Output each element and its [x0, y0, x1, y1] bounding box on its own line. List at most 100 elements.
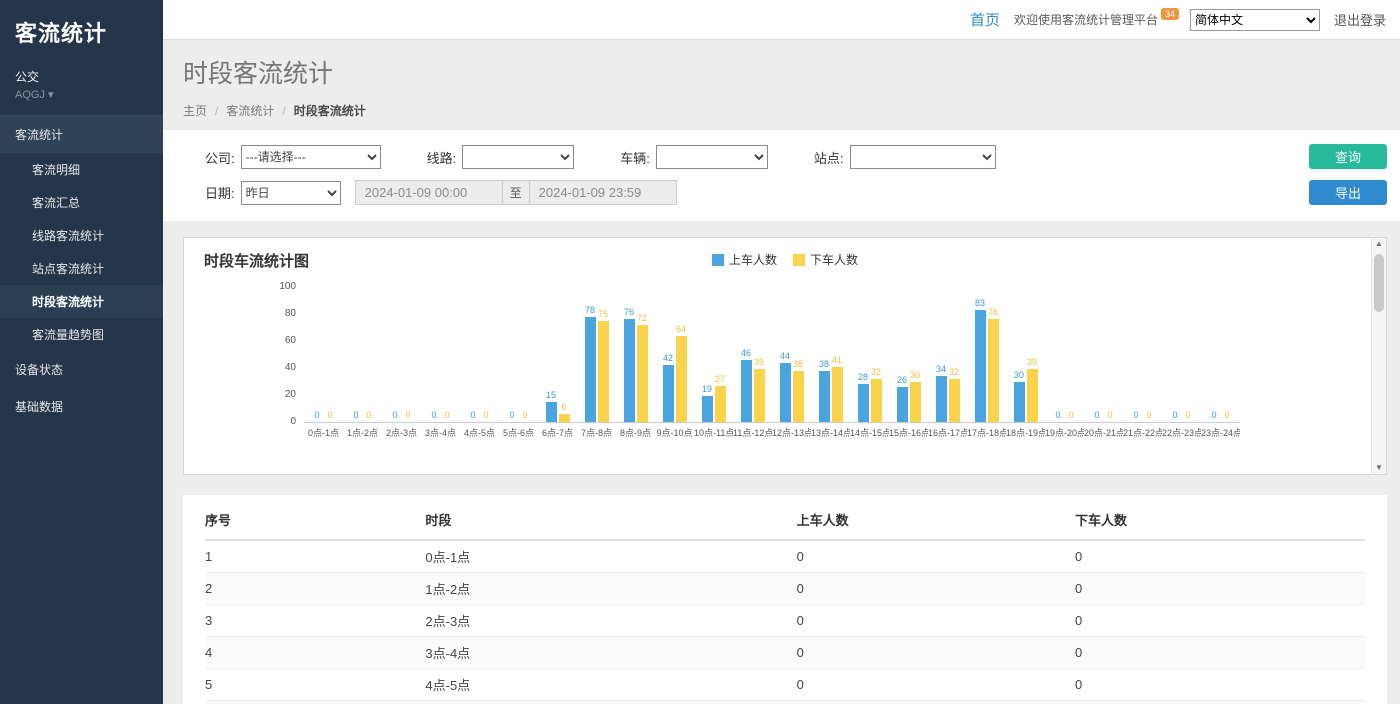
- line-label: 线路:: [427, 148, 457, 167]
- bar-value-label: 41: [832, 356, 842, 365]
- table-cell: 0: [1075, 573, 1365, 605]
- sidebar-item[interactable]: 客流明细: [0, 153, 163, 186]
- table-cell: 0: [1075, 605, 1365, 637]
- scroll-down-icon[interactable]: ▼: [1375, 464, 1383, 472]
- table-cell: 0: [797, 637, 1075, 669]
- bar-value-label: 0: [1224, 411, 1229, 420]
- query-button[interactable]: 查询: [1309, 144, 1387, 169]
- filter-row-1: 公司: ---请选择--- 线路: 车辆: 站点:: [205, 145, 1380, 169]
- bar-group: 26: [897, 376, 908, 422]
- bar-group: 64: [676, 325, 687, 422]
- bar-value-label: 27: [715, 375, 725, 384]
- chart-category: 4264: [655, 287, 694, 422]
- chart-category: 00: [499, 287, 538, 422]
- sidebar-section[interactable]: 基础数据: [0, 388, 163, 425]
- bar: [819, 371, 830, 422]
- bar-group: 30: [1014, 371, 1025, 423]
- x-tick-label: 20点-21点: [1084, 426, 1123, 439]
- content: 时段客流统计 主页/客流统计/时段客流统计 公司: ---请选择--- 线路: …: [163, 40, 1400, 704]
- table-cell: 3: [205, 605, 425, 637]
- sidebar-section[interactable]: 设备状态: [0, 351, 163, 388]
- bar: [1027, 369, 1038, 422]
- bar-value-label: 0: [314, 411, 319, 420]
- sidebar: 客流统计 公交 AQGJ ▾ 客流统计客流明细客流汇总线路客流统计站点客流统计时…: [0, 0, 163, 704]
- date-end-input[interactable]: [529, 180, 677, 205]
- logout-link[interactable]: 退出登录: [1334, 10, 1386, 29]
- station-label: 站点:: [814, 148, 844, 167]
- bar: [975, 310, 986, 422]
- bar-value-label: 64: [676, 325, 686, 334]
- bar-group: 76: [624, 308, 635, 422]
- bar-group: 0: [1131, 411, 1142, 422]
- table-cell: 4点-5点: [425, 669, 796, 701]
- table-header-cell: 上车人数: [797, 499, 1075, 540]
- company-select[interactable]: ---请选择---: [241, 145, 381, 169]
- breadcrumb-item[interactable]: 客流统计: [226, 102, 274, 119]
- x-tick-label: 4点-5点: [460, 426, 499, 439]
- bar-group: 0: [1053, 411, 1064, 422]
- bar-group: 46: [741, 349, 752, 422]
- bar: [858, 384, 869, 422]
- bar: [871, 379, 882, 422]
- sidebar-item[interactable]: 站点客流统计: [0, 252, 163, 285]
- chart-category: 00: [343, 287, 382, 422]
- bar-value-label: 6: [561, 403, 566, 412]
- bar: [897, 387, 908, 422]
- sidebar-item[interactable]: 时段客流统计: [0, 285, 163, 318]
- export-button[interactable]: 导出: [1309, 180, 1387, 205]
- language-select[interactable]: 简体中文: [1190, 9, 1320, 31]
- sidebar-section[interactable]: 客流统计: [0, 116, 163, 153]
- notification-badge[interactable]: 34: [1161, 8, 1179, 20]
- station-select[interactable]: [850, 145, 996, 169]
- bar-value-label: 75: [598, 310, 608, 319]
- sidebar-item[interactable]: 客流汇总: [0, 186, 163, 219]
- x-tick-label: 16点-17点: [928, 426, 967, 439]
- chart-category: 00: [1045, 287, 1084, 422]
- chart-scrollbar[interactable]: ▲ ▼: [1371, 238, 1386, 474]
- table-row: 32点-3点00: [205, 605, 1365, 637]
- caret-down-icon: ▾: [48, 89, 54, 101]
- filter-row-2: 日期: 昨日 至: [205, 180, 1380, 205]
- home-link[interactable]: 首页: [970, 9, 1000, 30]
- org-name: 公交: [0, 48, 163, 85]
- date-start-input[interactable]: [355, 180, 503, 205]
- line-select[interactable]: [462, 145, 574, 169]
- legend-item[interactable]: 上车人数: [712, 251, 777, 268]
- bar-group: 0: [1105, 411, 1116, 422]
- bar-value-label: 32: [949, 368, 959, 377]
- x-tick-label: 8点-9点: [616, 426, 655, 439]
- table-cell: 0: [797, 605, 1075, 637]
- bar-group: 78: [585, 306, 596, 422]
- y-tick-label: 40: [285, 363, 296, 373]
- bar-value-label: 0: [1068, 411, 1073, 420]
- bar-value-label: 0: [1055, 411, 1060, 420]
- breadcrumb-item[interactable]: 主页: [183, 102, 207, 119]
- sidebar-item[interactable]: 线路客流统计: [0, 219, 163, 252]
- chart-x-labels: 0点-1点1点-2点2点-3点3点-4点4点-5点5点-6点6点-7点7点-8点…: [304, 426, 1240, 439]
- chart-category: 7672: [616, 287, 655, 422]
- table-cell: 0: [797, 701, 1075, 704]
- bar-group: 32: [871, 368, 882, 422]
- sidebar-item[interactable]: 客流量趋势图: [0, 318, 163, 351]
- bar-group: 75: [598, 310, 609, 422]
- legend-item[interactable]: 下车人数: [793, 251, 858, 268]
- table-header-cell: 序号: [205, 499, 425, 540]
- chart-category: 4639: [733, 287, 772, 422]
- chart-category: 7875: [577, 287, 616, 422]
- date-preset-select[interactable]: 昨日: [241, 181, 341, 205]
- bar-group: 0: [507, 411, 518, 422]
- bar-group: 38: [793, 360, 804, 422]
- vehicle-select[interactable]: [656, 145, 768, 169]
- chart-legend: 上车人数下车人数: [712, 251, 858, 268]
- bar-value-label: 0: [1211, 411, 1216, 420]
- table-row: 43点-4点00: [205, 637, 1365, 669]
- scroll-up-icon[interactable]: ▲: [1375, 240, 1383, 248]
- bar-group: 0: [403, 411, 414, 422]
- bar: [663, 365, 674, 422]
- scrollbar-thumb[interactable]: [1374, 254, 1384, 312]
- bar-group: 30: [910, 371, 921, 423]
- page-head: 时段客流统计 主页/客流统计/时段客流统计: [163, 40, 1400, 129]
- org-selector[interactable]: AQGJ ▾: [0, 85, 163, 115]
- bar-group: 0: [351, 411, 362, 422]
- bar-value-label: 0: [327, 411, 332, 420]
